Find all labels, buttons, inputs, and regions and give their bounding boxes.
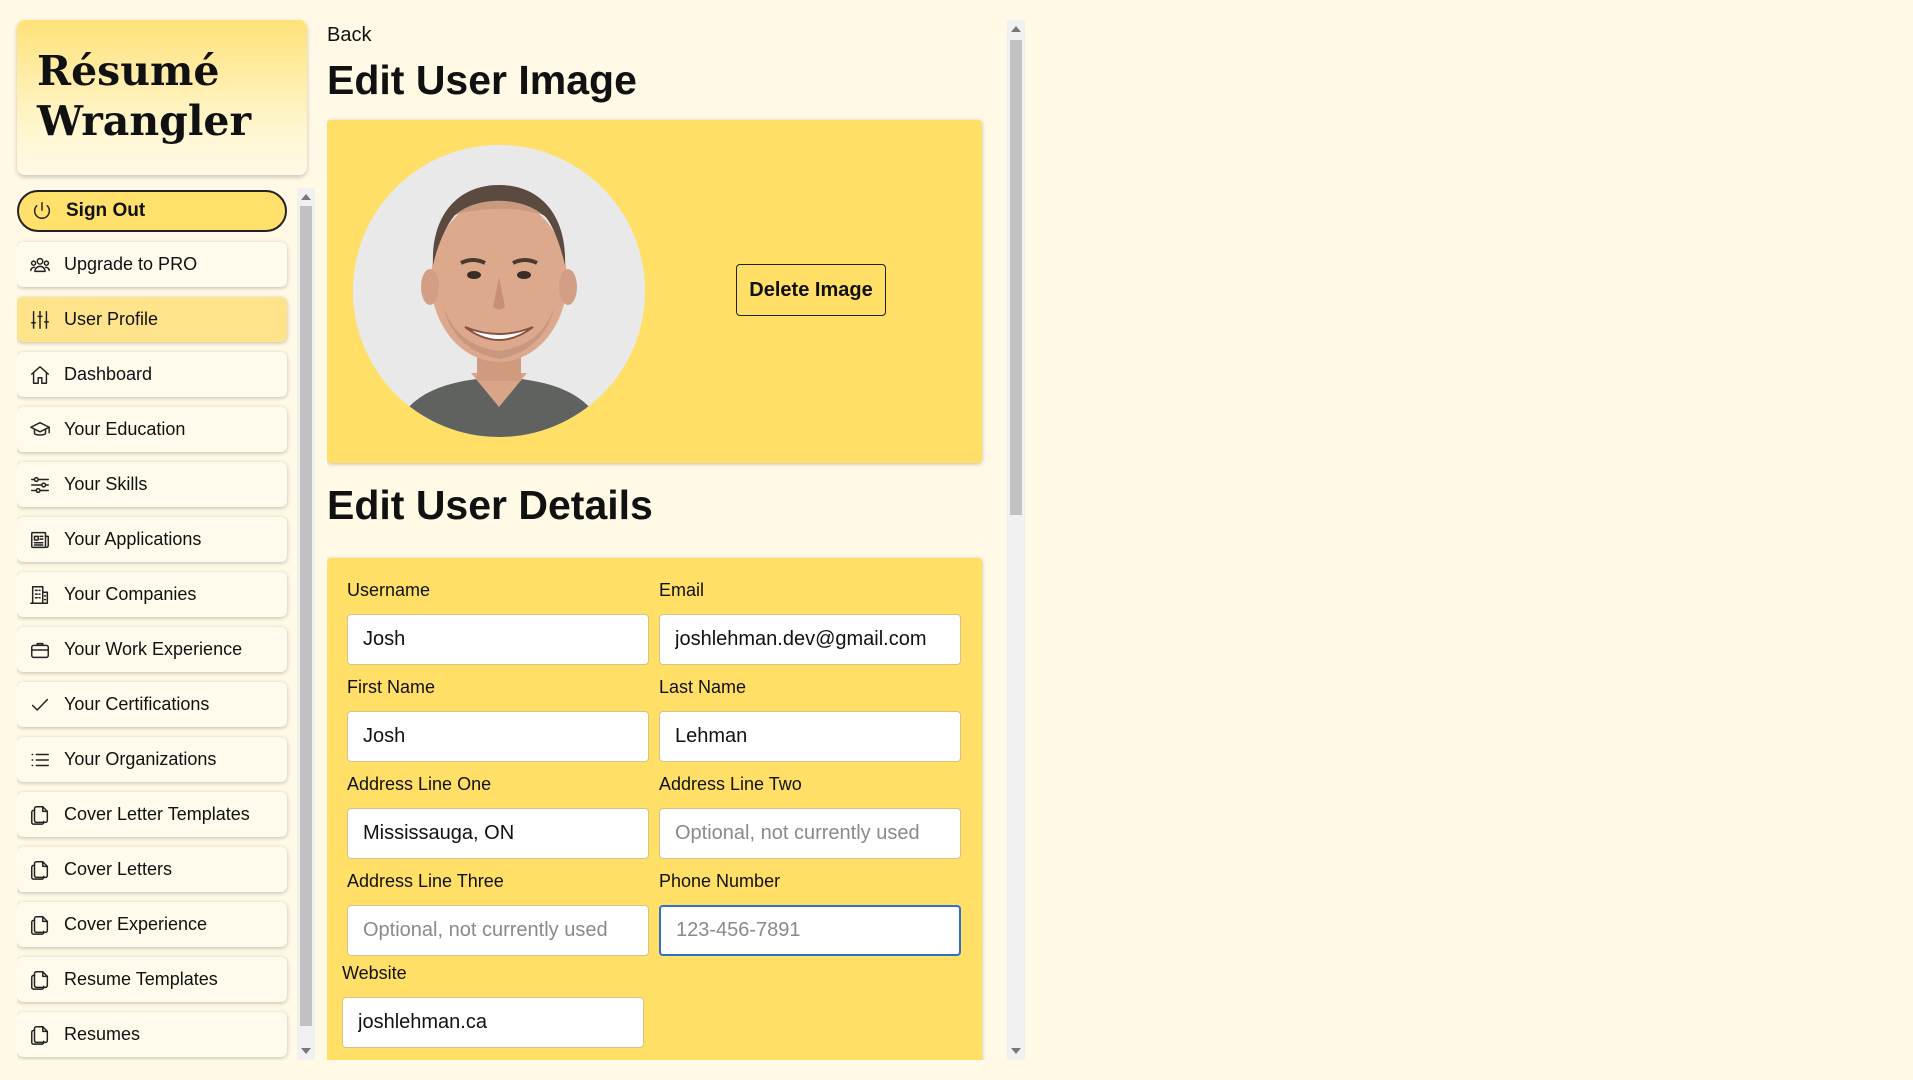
phone-field-group: Phone Number: [659, 871, 961, 956]
sidebar-item-label: Upgrade to PRO: [64, 254, 198, 274]
scroll-down-arrow-icon[interactable]: [301, 1048, 311, 1054]
address-two-label: Address Line Two: [659, 774, 802, 794]
delete-image-button[interactable]: Delete Image: [736, 264, 886, 316]
first-name-label: First Name: [347, 677, 436, 697]
sidebar-item-work-experience[interactable]: Your Work Experience: [17, 627, 287, 672]
address-three-field-group: Address Line Three: [347, 871, 649, 956]
sidebar-item-certifications[interactable]: Your Certifications: [17, 682, 287, 727]
username-label: Username: [347, 580, 431, 600]
sidebar-item-upgrade[interactable]: Upgrade to PRO: [17, 242, 287, 287]
sidebar-item-label: User Profile: [64, 309, 159, 329]
address-two-input[interactable]: [659, 808, 961, 859]
sidebar-item-label: Your Organizations: [64, 749, 217, 769]
sidebar-item-label: Cover Letter Templates: [64, 804, 250, 824]
address-two-field-group: Address Line Two: [659, 774, 961, 859]
sidebar-item-user-profile[interactable]: User Profile: [17, 297, 287, 342]
last-name-label: Last Name: [659, 677, 747, 697]
scroll-up-arrow-icon[interactable]: [1011, 26, 1021, 32]
sign-out-button[interactable]: Sign Out: [17, 190, 287, 232]
scroll-up-arrow-icon[interactable]: [301, 194, 311, 200]
username-field-group: Username: [347, 580, 649, 665]
main-scrollbar-thumb[interactable]: [1010, 40, 1022, 515]
website-input[interactable]: [342, 997, 644, 1048]
list-icon: [28, 748, 52, 772]
copy-icon: [28, 803, 52, 827]
brand-logo-text: Résumé Wrangler: [37, 47, 252, 145]
sidebar-item-label: Your Education: [64, 419, 186, 439]
sidebar-item-applications[interactable]: Your Applications: [17, 517, 287, 562]
sidebar-item-label: Your Applications: [64, 529, 202, 549]
sidebar-item-label: Cover Letters: [64, 859, 173, 879]
user-image-card: Delete Image: [327, 120, 982, 463]
user-avatar: [353, 145, 645, 437]
back-link[interactable]: Back: [327, 24, 371, 47]
sliders-icon: [28, 308, 52, 332]
users-icon: [28, 253, 52, 277]
last-name-input[interactable]: [659, 711, 961, 762]
username-input[interactable]: [347, 614, 649, 665]
brand-logo: Résumé Wrangler: [17, 20, 307, 175]
sidebar-item-cover-experience[interactable]: Cover Experience: [17, 902, 287, 947]
graduation-cap-icon: [28, 418, 52, 442]
building-icon: [28, 583, 52, 607]
email-field-group: Email: [659, 580, 961, 665]
sidebar-item-resume-templates[interactable]: Resume Templates: [17, 957, 287, 1002]
sidebar-item-label: Your Skills: [64, 474, 148, 494]
main-content: Back Edit User Image Delete Image Edit U…: [327, 20, 1007, 1060]
power-icon: [30, 199, 54, 223]
address-one-field-group: Address Line One: [347, 774, 649, 859]
sidebar-item-label: Cover Experience: [64, 914, 208, 934]
edit-user-image-title: Edit User Image: [327, 57, 637, 103]
last-name-field-group: Last Name: [659, 677, 961, 762]
sidebar-item-education[interactable]: Your Education: [17, 407, 287, 452]
sidebar-item-label: Resumes: [64, 1024, 141, 1044]
sidebar-item-label: Resume Templates: [64, 969, 218, 989]
phone-label: Phone Number: [659, 871, 781, 891]
sidebar-item-label: Your Work Experience: [64, 639, 243, 659]
website-label: Website: [342, 963, 407, 983]
sidebar-item-cover-letter-templates[interactable]: Cover Letter Templates: [17, 792, 287, 837]
sidebar-item-label: Your Companies: [64, 584, 197, 604]
address-three-input[interactable]: [347, 905, 649, 956]
sidebar-scrollbar[interactable]: [297, 188, 315, 1060]
first-name-field-group: First Name: [347, 677, 649, 762]
sidebar-item-resumes[interactable]: Resumes: [17, 1012, 287, 1057]
scroll-down-arrow-icon[interactable]: [1011, 1048, 1021, 1054]
address-one-label: Address Line One: [347, 774, 492, 794]
email-input[interactable]: [659, 614, 961, 665]
copy-icon: [28, 1023, 52, 1047]
briefcase-icon: [28, 638, 52, 662]
address-three-label: Address Line Three: [347, 871, 504, 891]
edit-user-details-title: Edit User Details: [327, 482, 653, 528]
newspaper-icon: [28, 528, 52, 552]
sidebar-item-skills[interactable]: Your Skills: [17, 462, 287, 507]
sidebar-item-cover-letters[interactable]: Cover Letters: [17, 847, 287, 892]
sidebar-item-companies[interactable]: Your Companies: [17, 572, 287, 617]
sidebar-item-label: Dashboard: [64, 364, 153, 384]
copy-icon: [28, 913, 52, 937]
address-one-input[interactable]: [347, 808, 649, 859]
sidebar-scrollbar-thumb[interactable]: [300, 206, 312, 1026]
email-label: Email: [659, 580, 705, 600]
check-icon: [28, 693, 52, 717]
user-details-form: Username Email First Name Last Name Addr…: [327, 558, 982, 1060]
home-icon: [28, 363, 52, 387]
sidebar-nav: Sign Out Upgrade to PRO User Profile Das…: [17, 190, 317, 1060]
phone-input[interactable]: [659, 905, 961, 956]
first-name-input[interactable]: [347, 711, 649, 762]
website-field-group: Website: [342, 963, 644, 1048]
copy-icon: [28, 858, 52, 882]
main-scrollbar[interactable]: [1007, 20, 1025, 1060]
sidebar-item-label: Your Certifications: [64, 694, 210, 714]
user-photo: [353, 145, 645, 437]
sign-out-label: Sign Out: [66, 200, 146, 221]
adjustments-icon: [28, 473, 52, 497]
sidebar-item-dashboard[interactable]: Dashboard: [17, 352, 287, 397]
sidebar-item-organizations[interactable]: Your Organizations: [17, 737, 287, 782]
copy-icon: [28, 968, 52, 992]
